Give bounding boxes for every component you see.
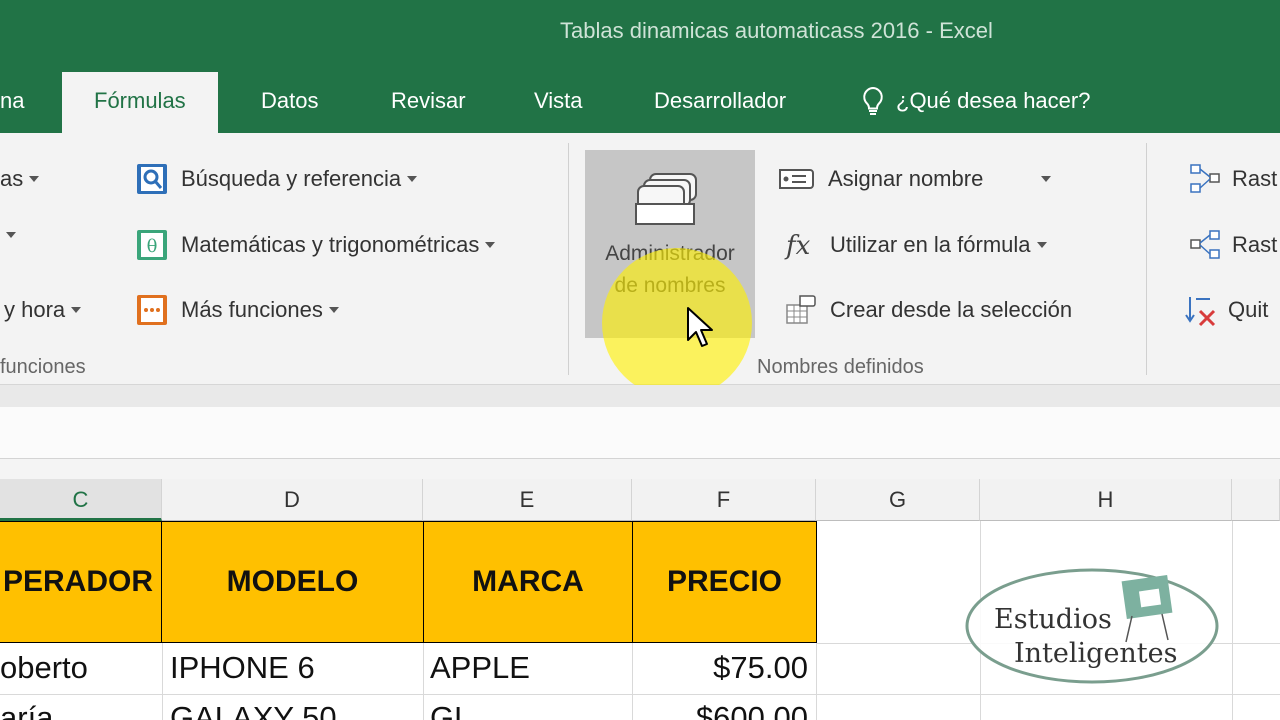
name-manager-icon — [635, 173, 697, 225]
table-cell[interactable]: aría — [0, 700, 160, 720]
use-in-formula-label: Utilizar en la fórmula — [830, 232, 1031, 257]
table-header-operador[interactable]: PERADOR — [0, 521, 162, 643]
table-header-modelo[interactable]: MODELO — [161, 521, 424, 643]
table-cell[interactable]: oberto — [0, 650, 160, 686]
trace-precedents-icon — [1190, 164, 1220, 193]
window-title: Tablas dinamicas automaticass 2016 - Exc… — [560, 18, 993, 43]
tab-formulas[interactable]: Fórmulas — [62, 72, 218, 134]
table-cell[interactable]: GL — [430, 700, 630, 720]
partial-function-label: as — [0, 166, 24, 191]
function-library-group-label: funciones — [0, 356, 86, 378]
grid-line — [0, 694, 1280, 695]
create-from-selection-button[interactable]: Crear desde la selección — [784, 293, 1072, 327]
table-header-marca[interactable]: MARCA — [423, 521, 633, 643]
table-cell[interactable]: $600.00 — [636, 700, 808, 720]
remove-arrows-button[interactable]: Quit — [1184, 293, 1268, 327]
more-functions-label: Más funciones — [181, 297, 323, 322]
grid-line — [423, 643, 424, 720]
more-functions-button[interactable]: Más funciones — [135, 293, 339, 327]
trace-precedents-label: Rast — [1232, 166, 1278, 191]
table-cell[interactable]: APPLE — [430, 650, 630, 686]
ribbon-bottom-gap — [0, 385, 1280, 407]
create-from-selection-label: Crear desde la selección — [830, 297, 1073, 322]
date-time-label: y hora — [4, 297, 66, 322]
chevron-down-icon — [29, 176, 40, 182]
math-book-icon: θ — [137, 230, 167, 260]
chevron-down-icon[interactable] — [1041, 176, 1052, 182]
fx-icon: fx — [784, 231, 811, 261]
define-name-button[interactable]: Asignar nombre — [776, 162, 1052, 196]
title-bar: Tablas dinamicas automaticass 2016 - Exc… — [0, 0, 1280, 134]
defined-names-group-label: Nombres definidos — [757, 356, 924, 378]
name-tag-icon — [779, 169, 814, 189]
grid-line — [1232, 521, 1233, 720]
chevron-down-icon — [1036, 242, 1047, 248]
column-header-h[interactable]: H — [980, 479, 1232, 521]
table-header-precio[interactable]: PRECIO — [632, 521, 817, 643]
column-header-f[interactable]: F — [632, 479, 816, 521]
lookup-book-icon — [137, 164, 167, 194]
grid-line — [162, 643, 163, 720]
grid-line — [816, 643, 817, 720]
svg-text:fx: fx — [784, 231, 811, 261]
use-in-formula-button[interactable]: fx Utilizar en la fórmula — [784, 228, 1047, 262]
trace-dependents-button[interactable]: Rast — [1188, 228, 1277, 262]
table-cell[interactable]: GALAXY 50 — [170, 700, 420, 720]
tab-revisar[interactable]: Revisar — [391, 88, 466, 114]
column-header-next[interactable] — [1232, 479, 1280, 521]
more-functions-book-icon — [137, 295, 167, 325]
lookup-reference-button[interactable]: Búsqueda y referencia — [135, 162, 418, 196]
trace-precedents-button[interactable]: Rast — [1188, 162, 1277, 196]
create-from-selection-icon — [786, 295, 816, 324]
math-trig-button[interactable]: θ Matemáticas y trigonométricas — [135, 228, 496, 262]
math-trig-label: Matemáticas y trigonométricas — [181, 232, 480, 257]
lookup-reference-label: Búsqueda y referencia — [181, 166, 402, 191]
partial-function-button[interactable]: as — [0, 166, 40, 192]
mouse-cursor-icon — [687, 307, 713, 347]
group-divider — [568, 143, 569, 375]
grid-line — [632, 643, 633, 720]
column-header-g[interactable]: G — [816, 479, 980, 521]
date-time-button[interactable]: y hora — [4, 297, 82, 323]
chevron-down-icon — [6, 232, 16, 238]
table-cell[interactable]: IPHONE 6 — [170, 650, 420, 686]
column-header-d[interactable]: D — [162, 479, 423, 521]
column-header-e[interactable]: E — [423, 479, 632, 521]
lightbulb-icon — [863, 86, 883, 115]
chevron-down-icon — [407, 176, 418, 182]
partial-function-button-2[interactable] — [0, 232, 16, 238]
define-name-label: Asignar nombre — [828, 166, 984, 191]
group-divider — [1146, 143, 1147, 375]
remove-arrows-icon — [1185, 297, 1216, 327]
chevron-down-icon — [71, 307, 82, 313]
tab-datos[interactable]: Datos — [261, 88, 318, 114]
watermark-text-2: Inteligentes — [1014, 638, 1178, 669]
table-cell[interactable]: $75.00 — [636, 650, 808, 686]
trace-dependents-label: Rast — [1232, 232, 1278, 257]
sheet-top-strip — [0, 459, 1280, 479]
click-highlight — [602, 248, 752, 398]
chevron-down-icon — [328, 307, 339, 313]
watermark-logo: Estudios Inteligentes — [965, 568, 1219, 684]
tab-vista[interactable]: Vista — [534, 88, 583, 114]
trace-dependents-icon — [1190, 230, 1220, 259]
chevron-down-icon — [485, 242, 496, 248]
tab-inicio[interactable]: na — [0, 88, 24, 114]
tell-me-search[interactable]: ¿Qué desea hacer? — [896, 88, 1090, 114]
watermark-text-1: Estudios — [994, 604, 1112, 635]
tab-desarrollador[interactable]: Desarrollador — [654, 88, 786, 114]
formula-bar[interactable] — [0, 407, 1280, 459]
column-header-c[interactable]: C — [0, 479, 162, 521]
remove-arrows-label: Quit — [1228, 297, 1269, 322]
svg-text:θ: θ — [147, 236, 158, 257]
